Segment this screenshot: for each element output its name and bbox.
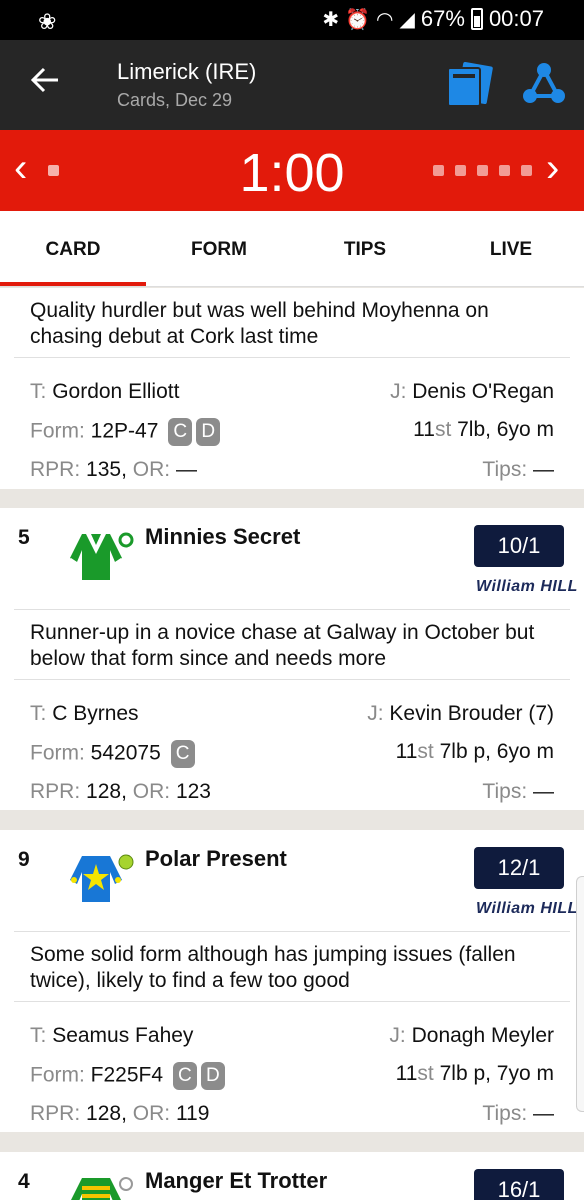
rpr-value: 128, — [86, 780, 127, 803]
tab-live[interactable]: LIVE — [438, 211, 584, 287]
or-value: — — [175, 458, 197, 481]
race-indicator-dot — [499, 165, 510, 176]
divider — [14, 931, 570, 932]
course-badge: C — [168, 418, 193, 446]
runner-card[interactable]: Quality hurdler but was well behind Moyh… — [0, 288, 584, 489]
trainer-jockey-row: T: Seamus Fahey J: Donagh Meyler — [30, 1024, 554, 1047]
jockey-name: Donagh Meyler — [411, 1024, 554, 1047]
jockey-silk-icon — [68, 528, 134, 582]
or-value: 123 — [175, 780, 211, 803]
share-network-icon[interactable] — [520, 60, 568, 108]
runner-list[interactable]: Quality hurdler but was well behind Moyh… — [0, 288, 584, 1200]
rpr-value: 128, — [86, 1102, 127, 1125]
tab-bar: CARD FORM TIPS LIVE — [0, 211, 584, 287]
battery-icon — [470, 8, 483, 30]
form-weight-row: Form: F225F4 CD 11st 7lb p, 7yo m — [30, 1062, 554, 1090]
cards-icon[interactable] — [446, 62, 494, 108]
form-figures: 542075 — [90, 741, 161, 765]
back-arrow-icon[interactable] — [30, 64, 64, 104]
runner-comment: Quality hurdler but was well behind Moyh… — [30, 299, 489, 348]
tips-value: — — [533, 780, 554, 803]
wifi-icon: ◠ — [376, 8, 394, 31]
tips-value: — — [533, 1102, 554, 1125]
odds-button[interactable]: 10/1 — [474, 525, 564, 567]
runner-card[interactable]: 9 Polar Present 12/1 William HILL Some s… — [0, 830, 584, 1132]
bookmaker-logo: William HILL — [476, 578, 578, 595]
form-weight-row: Form: 12P-47 CD 11st 7lb, 6yo m — [30, 418, 554, 446]
tips-value: — — [533, 458, 554, 481]
next-race-chevron-icon[interactable]: › — [546, 148, 559, 188]
divider — [14, 609, 570, 610]
runner-card[interactable]: 4 Manger Et Trotter 16/1 — [0, 1152, 584, 1200]
ratings-row: RPR: 128, OR: 119 Tips: — — [30, 1102, 554, 1125]
runner-number: 9 — [18, 848, 30, 871]
jockey-silk-icon — [68, 1172, 134, 1200]
scrollbar[interactable] — [576, 876, 584, 1112]
trainer-jockey-row: T: C Byrnes J: Kevin Brouder (7) — [30, 702, 554, 725]
bookmaker-logo: William HILL — [476, 900, 578, 917]
app-bar: Limerick (IRE) Cards, Dec 29 — [0, 40, 584, 130]
distance-badge: D — [200, 1062, 225, 1090]
race-indicator-dot — [455, 165, 466, 176]
jockey-name: Denis O'Regan — [412, 380, 554, 403]
runner-number: 5 — [18, 526, 30, 549]
runner-comment: Runner-up in a novice chase at Galway in… — [30, 621, 535, 670]
divider — [14, 679, 570, 680]
race-indicator-dot — [433, 165, 444, 176]
rpr-value: 135, — [86, 458, 127, 481]
status-bar: ❀ ✱ ⏰ ◠ ◢ 67% 00:07 — [0, 0, 584, 40]
alarm-icon: ⏰ — [345, 8, 371, 31]
trainer-name: Seamus Fahey — [52, 1024, 194, 1047]
race-time: 1:00 — [239, 143, 345, 203]
horse-name[interactable]: Manger Et Trotter — [145, 1168, 327, 1194]
tab-tips[interactable]: TIPS — [292, 211, 438, 287]
ratings-row: RPR: 135, OR: — Tips: — — [30, 458, 554, 481]
signal-icon: ◢ — [399, 8, 415, 31]
status-icons: ✱ ⏰ ◠ ◢ 67% 00:07 — [322, 6, 544, 32]
race-time-navigator: ‹ 1:00 › — [0, 130, 584, 211]
odds-button[interactable]: 12/1 — [474, 847, 564, 889]
active-tab-indicator — [0, 282, 146, 286]
form-figures: F225F4 — [90, 1063, 164, 1087]
weight-age: 11st 7lb p, 7yo m — [395, 1062, 554, 1085]
tab-card[interactable]: CARD — [0, 211, 146, 287]
runner-comment: Some solid form although has jumping iss… — [30, 943, 516, 992]
clock: 00:07 — [488, 6, 544, 31]
divider — [14, 357, 570, 358]
page-title: Limerick (IRE) — [117, 59, 257, 84]
jockey-name: Kevin Brouder (7) — [389, 702, 554, 725]
jockey-silk-icon — [68, 850, 134, 904]
odds-button[interactable]: 16/1 — [474, 1169, 564, 1200]
battery-percent: 67% — [420, 6, 465, 31]
bluetooth-icon: ✱ — [322, 8, 340, 31]
trainer-jockey-row: T: Gordon Elliott J: Denis O'Regan — [30, 380, 554, 403]
course-badge: C — [172, 1062, 197, 1090]
trainer-name: C Byrnes — [52, 702, 139, 725]
distance-badge: D — [196, 418, 221, 446]
form-weight-row: Form: 542075 C 11st 7lb p, 6yo m — [30, 740, 554, 768]
runner-number: 4 — [18, 1170, 30, 1193]
ratings-row: RPR: 128, OR: 123 Tips: — — [30, 780, 554, 803]
app-notification-icon: ❀ — [38, 9, 57, 34]
page-subtitle: Cards, Dec 29 — [117, 90, 233, 110]
weight-age: 11st 7lb, 6yo m — [413, 418, 554, 441]
or-value: 119 — [175, 1102, 210, 1125]
horse-name[interactable]: Minnies Secret — [145, 524, 300, 550]
tab-form[interactable]: FORM — [146, 211, 292, 287]
race-indicator-dot — [477, 165, 488, 176]
course-badge: C — [170, 740, 195, 768]
weight-age: 11st 7lb p, 6yo m — [395, 740, 554, 763]
runner-card[interactable]: 5 Minnies Secret 10/1 William HILL Runne… — [0, 508, 584, 810]
form-figures: 12P-47 — [90, 419, 159, 443]
horse-name[interactable]: Polar Present — [145, 846, 287, 872]
race-indicator-dot — [521, 165, 532, 176]
divider — [14, 1001, 570, 1002]
trainer-name: Gordon Elliott — [52, 380, 180, 403]
